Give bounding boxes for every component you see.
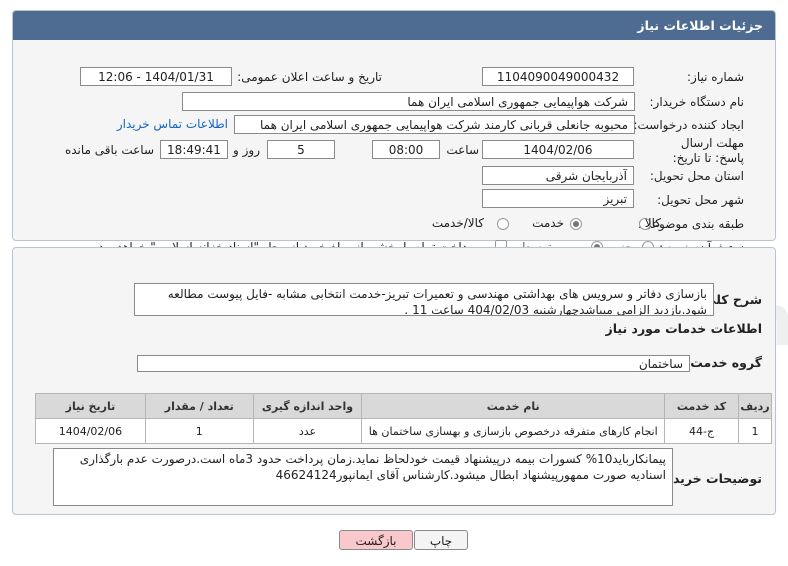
remaining-time-field: 18:49:41 [160, 140, 228, 159]
buyer-field: شرکت هواپیمایی جمهوری اسلامی ایران هما [182, 92, 635, 111]
services-table: ردیف کد خدمت نام خدمت واحد اندازه گیری ت… [35, 393, 773, 444]
cell-unit: عدد [252, 418, 363, 444]
city-label: شهر محل تحویل: [657, 193, 744, 207]
creator-field: محبوبه جانعلی قربانی کارمند شرکت هواپیما… [234, 115, 635, 134]
need-number-label: شماره نیاز: [687, 70, 744, 84]
col-service-name: نام خدمت [361, 393, 666, 419]
buyer-contact-link[interactable]: اطلاعات تماس خریدار [117, 117, 228, 131]
city-field: تبریز [482, 189, 634, 208]
cell-quantity: 1 [144, 418, 254, 444]
category-radio-service[interactable] [570, 218, 582, 230]
category-option-service: خدمت [532, 216, 564, 230]
cell-service-name: انجام کارهای متفرقه درخصوص بازسازی و بهس… [361, 418, 666, 444]
table-row: 1 ج-44 انجام کارهای متفرقه درخصوص بازساز… [35, 418, 773, 444]
category-radio-goods-service[interactable] [497, 218, 509, 230]
service-group-field: ساختمان [137, 355, 690, 372]
col-unit: واحد اندازه گیری [252, 393, 363, 419]
cell-service-code: ج-44 [664, 418, 739, 444]
buyer-notes-text: پیمانکارباید10% کسورات بیمه درپیشنهاد قی… [53, 448, 673, 506]
province-field: آذربایجان شرقی [482, 166, 634, 185]
need-number-field: 1104090049000432 [482, 67, 634, 86]
cell-need-date: 1404/02/06 [35, 418, 146, 444]
creator-label: ایجاد کننده درخواست: [633, 118, 744, 132]
category-option-goods-service: کالا/خدمت [431, 216, 484, 230]
col-need-date: تاریخ نیاز [35, 393, 146, 419]
back-button[interactable]: بازگشت [339, 530, 413, 550]
buyer-label: نام دستگاه خریدار: [649, 95, 745, 109]
table-header-row: ردیف کد خدمت نام خدمت واحد اندازه گیری ت… [35, 393, 773, 419]
province-label: استان محل تحویل: [649, 169, 744, 183]
cell-row-number: 1 [737, 418, 773, 444]
remaining-label: ساعت باقی مانده [64, 143, 154, 157]
col-row-number: ردیف [737, 393, 773, 419]
col-quantity: تعداد / مقدار [144, 393, 254, 419]
announce-label: تاریخ و ساعت اعلان عمومی: [237, 70, 382, 84]
col-service-code: کد خدمت [664, 393, 739, 419]
deadline-time-field: 08:00 [372, 140, 440, 159]
days-field: 5 [267, 140, 335, 159]
panel-title: جزئیات اطلاعات نیاز [13, 11, 775, 40]
summary-text: بازسازی دفاتر و سرویس های بهداشتی مهندسی… [134, 283, 714, 316]
category-option-goods: کالا [644, 216, 661, 230]
announce-datetime-field: 1404/01/31 - 12:06 [80, 67, 232, 86]
time-label: ساعت [446, 143, 479, 157]
print-button[interactable]: چاپ [414, 530, 468, 550]
days-label: روز و [233, 143, 260, 157]
service-group-label: گروه خدمت: [685, 355, 762, 370]
deadline-date-field: 1404/02/06 [482, 140, 634, 159]
deadline-label: مهلت ارسال پاسخ: تا تاریخ: [672, 136, 744, 165]
services-heading: اطلاعات خدمات مورد نیاز [605, 321, 763, 336]
